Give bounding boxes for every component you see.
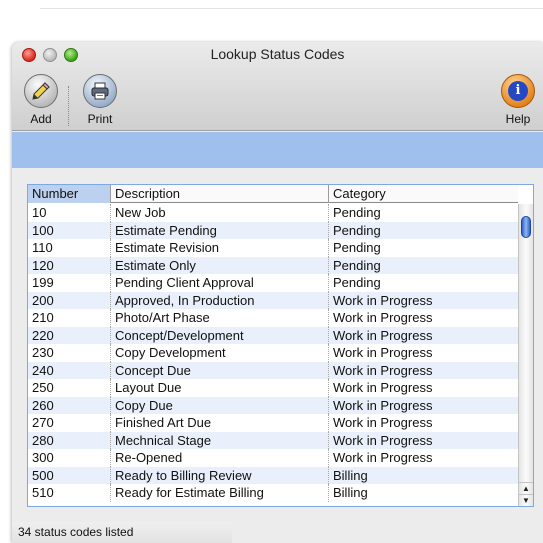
cell-description: Photo/Art Phase — [110, 309, 328, 327]
titlebar[interactable]: Lookup Status Codes — [12, 42, 543, 66]
cell-number: 199 — [32, 275, 54, 290]
cell-description: Pending Client Approval — [110, 274, 328, 292]
column-header-description[interactable]: Description — [110, 185, 328, 203]
cell-description: Estimate Only — [110, 256, 328, 274]
cell-number: 200 — [32, 292, 54, 308]
column-header-category[interactable]: Category — [328, 185, 518, 203]
cell-category: Work in Progress — [328, 379, 518, 397]
cell-number: 210 — [32, 310, 54, 325]
table-row[interactable]: 260 Copy Due Work in Progress — [28, 396, 518, 414]
cell-description: Approved, In Production — [110, 291, 328, 309]
cell-category: Work in Progress — [328, 309, 518, 327]
filter-bar — [12, 132, 543, 168]
scroll-up-arrow[interactable]: ▲ — [519, 482, 533, 494]
table-row[interactable]: 250 Layout Due Work in Progress — [28, 379, 518, 397]
lookup-window: Lookup Status Codes Add Print i Help Num… — [12, 42, 543, 543]
cell-category: Work in Progress — [328, 431, 518, 449]
cell-category: Billing — [328, 484, 518, 502]
cell-category: Work in Progress — [328, 361, 518, 379]
cell-number: 100 — [32, 222, 54, 238]
status-text: 34 status codes listed — [12, 522, 232, 543]
cell-description: Estimate Revision — [110, 239, 328, 257]
cell-description: Ready for Estimate Billing — [110, 484, 328, 502]
table-row[interactable]: 220 Concept/Development Work in Progress — [28, 326, 518, 344]
table-row[interactable]: 199 Pending Client Approval Pending — [28, 274, 518, 292]
cell-description: Layout Due — [110, 379, 328, 397]
table-row[interactable]: 120 Estimate Only Pending — [28, 256, 518, 274]
table-row[interactable]: 510 Ready for Estimate Billing Billing — [28, 484, 518, 502]
table-row[interactable]: 100 Estimate Pending Pending — [28, 221, 518, 239]
cell-description: Concept/Development — [110, 326, 328, 344]
print-label: Print — [87, 112, 113, 126]
info-icon: i — [501, 74, 535, 108]
vertical-scrollbar[interactable]: ▲ ▼ — [518, 204, 533, 506]
cell-number: 280 — [32, 432, 54, 448]
cell-category: Work in Progress — [328, 291, 518, 309]
printer-icon — [83, 74, 117, 108]
cell-category: Pending — [328, 221, 518, 239]
cell-description: New Job — [110, 204, 328, 222]
cell-number: 240 — [32, 362, 54, 378]
help-button[interactable]: i Help — [500, 74, 536, 126]
table-row[interactable]: 10 New Job Pending — [28, 204, 518, 222]
table-row[interactable]: 110 Estimate Revision Pending — [28, 239, 518, 257]
table-body: 10 New Job Pending 100 Estimate Pending Pendi… — [28, 204, 518, 502]
cell-number: 250 — [32, 380, 54, 395]
cell-description: Finished Art Due — [110, 414, 328, 432]
cell-description: Concept Due — [110, 361, 328, 379]
cell-description: Estimate Pending — [110, 221, 328, 239]
table-row[interactable]: 270 Finished Art Due Work in Progress — [28, 414, 518, 432]
cell-number: 500 — [32, 467, 54, 483]
cell-category: Pending — [328, 274, 518, 292]
cell-number: 230 — [32, 345, 54, 360]
cell-number: 260 — [32, 397, 54, 413]
cell-number: 300 — [32, 450, 54, 465]
toolbar: Lookup Status Codes Add Print i Help — [12, 42, 543, 131]
cell-number: 220 — [32, 327, 54, 343]
status-codes-table: Number Description Category 10 New Job Pen… — [27, 184, 534, 507]
cell-category: Work in Progress — [328, 414, 518, 432]
help-label: Help — [505, 112, 531, 126]
cell-category: Billing — [328, 466, 518, 484]
cell-number: 10 — [32, 205, 47, 220]
cell-description: Mechnical Stage — [110, 431, 328, 449]
cell-description: Ready to Billing Review — [110, 466, 328, 484]
table-row[interactable]: 240 Concept Due Work in Progress — [28, 361, 518, 379]
add-button[interactable]: Add — [22, 74, 60, 126]
top-divider — [40, 8, 543, 9]
print-button[interactable]: Print — [80, 74, 120, 126]
cell-number: 120 — [32, 257, 54, 273]
cell-category: Work in Progress — [328, 396, 518, 414]
table-row[interactable]: 300 Re-Opened Work in Progress — [28, 449, 518, 467]
cell-description: Re-Opened — [110, 449, 328, 467]
column-header-number[interactable]: Number — [28, 185, 110, 203]
cell-category: Pending — [328, 256, 518, 274]
cell-category: Pending — [328, 239, 518, 257]
cell-number: 270 — [32, 415, 54, 430]
table-row[interactable]: 280 Mechnical Stage Work in Progress — [28, 431, 518, 449]
cell-category: Pending — [328, 204, 518, 222]
cell-description: Copy Due — [110, 396, 328, 414]
table-row[interactable]: 230 Copy Development Work in Progress — [28, 344, 518, 362]
toolbar-separator — [68, 86, 69, 126]
cell-description: Copy Development — [110, 344, 328, 362]
window-title: Lookup Status Codes — [210, 46, 345, 62]
cell-number: 110 — [32, 240, 53, 255]
info-glyph: i — [508, 81, 528, 101]
scroll-down-arrow[interactable]: ▼ — [519, 494, 533, 506]
pencil-icon — [24, 74, 58, 108]
cell-category: Work in Progress — [328, 449, 518, 467]
cell-number: 510 — [32, 485, 54, 500]
table-row[interactable]: 500 Ready to Billing Review Billing — [28, 466, 518, 484]
cell-category: Work in Progress — [328, 326, 518, 344]
scroll-thumb[interactable] — [521, 216, 531, 238]
table-header: Number Description Category — [28, 185, 518, 203]
table-row[interactable]: 210 Photo/Art Phase Work in Progress — [28, 309, 518, 327]
cell-category: Work in Progress — [328, 344, 518, 362]
add-label: Add — [30, 112, 52, 126]
table-row[interactable]: 200 Approved, In Production Work in Progre… — [28, 291, 518, 309]
